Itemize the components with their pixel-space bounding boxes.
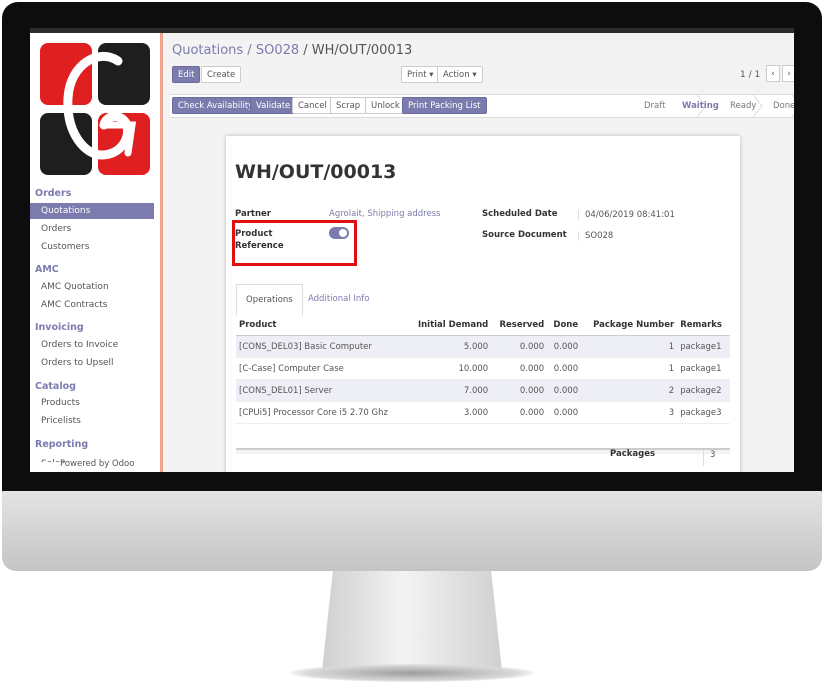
- column-header[interactable]: Package Number: [581, 314, 678, 336]
- scheduled-date-value[interactable]: 04/06/2019 08:41:01: [578, 210, 675, 220]
- initial-demand-cell: 10.000: [407, 357, 492, 380]
- remarks-cell: package1: [677, 357, 730, 380]
- table-row[interactable]: [CPUi5] Processor Core i5 2.70 Ghz 3.000…: [236, 401, 730, 424]
- packages-label: Packages: [610, 449, 656, 459]
- tab-operations[interactable]: Operations: [236, 284, 303, 316]
- powered-by-odoo[interactable]: Powered by Odoo: [60, 459, 134, 469]
- done-cell: 0.000: [547, 357, 582, 380]
- stage-waiting[interactable]: Waiting: [682, 101, 719, 111]
- pager-previous-button[interactable]: ‹: [766, 65, 780, 82]
- print-button[interactable]: Print ▾: [401, 66, 440, 83]
- print-packing-list-button[interactable]: Print Packing List: [402, 97, 487, 114]
- reserved-cell: 0.000: [491, 335, 548, 358]
- monitor-chin: [2, 491, 822, 571]
- cancel-button[interactable]: Cancel: [292, 97, 333, 114]
- package-number-cell: 1: [581, 357, 678, 380]
- sidebar: Orders Quotations Orders Customers AMC A…: [30, 33, 163, 472]
- reserved-cell: 0.000: [491, 401, 548, 424]
- column-header[interactable]: Product: [236, 314, 408, 336]
- stage-done[interactable]: Done: [773, 101, 794, 111]
- initial-demand-cell: 5.000: [407, 335, 492, 358]
- stage-ready[interactable]: Ready: [730, 101, 756, 111]
- screen: Orders Quotations Orders Customers AMC A…: [30, 28, 794, 472]
- sidebar-item-pricelists[interactable]: Pricelists: [41, 416, 81, 426]
- partner-label: Partner: [235, 209, 272, 219]
- product-cell: [CONS_DEL01] Server: [236, 379, 408, 402]
- package-number-cell: 3: [581, 401, 678, 424]
- product-cell: [CONS_DEL03] Basic Computer: [236, 335, 408, 358]
- sidebar-item-amc-quotation[interactable]: AMC Quotation: [41, 282, 109, 292]
- check-availability-button[interactable]: Check Availability: [172, 97, 260, 114]
- source-document-label: Source Document: [482, 230, 567, 240]
- column-header[interactable]: Reserved: [491, 314, 548, 336]
- breadcrumb-separator: /: [243, 43, 256, 58]
- highlight-box: [232, 220, 357, 266]
- sidebar-section-catalog[interactable]: Catalog: [35, 381, 76, 392]
- monitor-base: [290, 664, 534, 682]
- done-cell: 0.000: [547, 335, 582, 358]
- sidebar-item-orders[interactable]: Orders: [41, 224, 71, 234]
- table-header-row: Product Initial Demand Reserved Done Pac…: [236, 314, 730, 336]
- column-header[interactable]: Done: [547, 314, 582, 336]
- table-row[interactable]: [CONS_DEL01] Server 7.000 0.000 0.000 2 …: [236, 379, 730, 402]
- sidebar-item-quotations[interactable]: Quotations: [30, 203, 154, 219]
- monitor-stand: [322, 571, 502, 671]
- sidebar-section-orders[interactable]: Orders: [35, 188, 71, 199]
- action-button[interactable]: Action ▾: [437, 66, 483, 83]
- source-document-value[interactable]: SO028: [578, 231, 613, 241]
- reserved-cell: 0.000: [491, 379, 548, 402]
- scheduled-date-label: Scheduled Date: [482, 209, 558, 219]
- package-number-cell: 1: [581, 335, 678, 358]
- column-header[interactable]: Initial Demand: [407, 314, 492, 336]
- breadcrumb-quotations[interactable]: Quotations: [172, 43, 243, 58]
- product-cell: [CPUi5] Processor Core i5 2.70 Ghz: [236, 401, 408, 424]
- company-logo: [40, 43, 150, 175]
- stage-draft[interactable]: Draft: [644, 101, 665, 111]
- edit-button[interactable]: Edit: [172, 66, 201, 83]
- tab-additional-info[interactable]: Additional Info: [299, 284, 378, 314]
- scrap-button[interactable]: Scrap: [330, 97, 367, 114]
- done-cell: 0.000: [547, 401, 582, 424]
- remarks-cell: package3: [677, 401, 730, 424]
- package-number-cell: 2: [581, 379, 678, 402]
- sidebar-item-amc-contracts[interactable]: AMC Contracts: [41, 300, 107, 310]
- breadcrumb-current: WH/OUT/00013: [311, 43, 413, 58]
- table-footer: [236, 448, 730, 454]
- packages-value: 3: [703, 450, 715, 466]
- column-header[interactable]: Remarks: [677, 314, 730, 336]
- pager-value[interactable]: 1 / 1: [740, 70, 760, 80]
- breadcrumb: Quotations / SO028 / WH/OUT/00013: [172, 43, 412, 58]
- reserved-cell: 0.000: [491, 357, 548, 380]
- remarks-cell: package2: [677, 379, 730, 402]
- unlock-button[interactable]: Unlock: [365, 97, 406, 114]
- sidebar-item-orders-to-invoice[interactable]: Orders to Invoice: [41, 340, 118, 350]
- sidebar-item-orders-to-upsell[interactable]: Orders to Upsell: [41, 358, 114, 368]
- sidebar-item-customers[interactable]: Customers: [41, 242, 89, 252]
- table-row[interactable]: [CONS_DEL03] Basic Computer 5.000 0.000 …: [236, 335, 730, 358]
- sidebar-section-amc[interactable]: AMC: [35, 264, 59, 275]
- product-cell: [C-Case] Computer Case: [236, 357, 408, 380]
- initial-demand-cell: 3.000: [407, 401, 492, 424]
- table-row[interactable]: [C-Case] Computer Case 10.000 0.000 0.00…: [236, 357, 730, 380]
- sidebar-section-reporting[interactable]: Reporting: [35, 439, 88, 450]
- operations-table: Product Initial Demand Reserved Done Pac…: [236, 314, 730, 424]
- validate-button[interactable]: Validate: [250, 97, 297, 114]
- remarks-cell: package1: [677, 335, 730, 358]
- sidebar-item-products[interactable]: Products: [41, 398, 80, 408]
- breadcrumb-so028[interactable]: SO028: [256, 43, 299, 58]
- done-cell: 0.000: [547, 379, 582, 402]
- create-button[interactable]: Create: [201, 66, 242, 83]
- pager-next-button[interactable]: ›: [782, 65, 794, 82]
- form-sheet: WH/OUT/00013 Partner Agrolait, Shipping …: [226, 136, 740, 472]
- sidebar-section-invoicing[interactable]: Invoicing: [35, 322, 84, 333]
- document-title: WH/OUT/00013: [235, 161, 397, 183]
- breadcrumb-separator: /: [299, 43, 312, 58]
- initial-demand-cell: 7.000: [407, 379, 492, 402]
- partner-value[interactable]: Agrolait, Shipping address: [329, 209, 441, 219]
